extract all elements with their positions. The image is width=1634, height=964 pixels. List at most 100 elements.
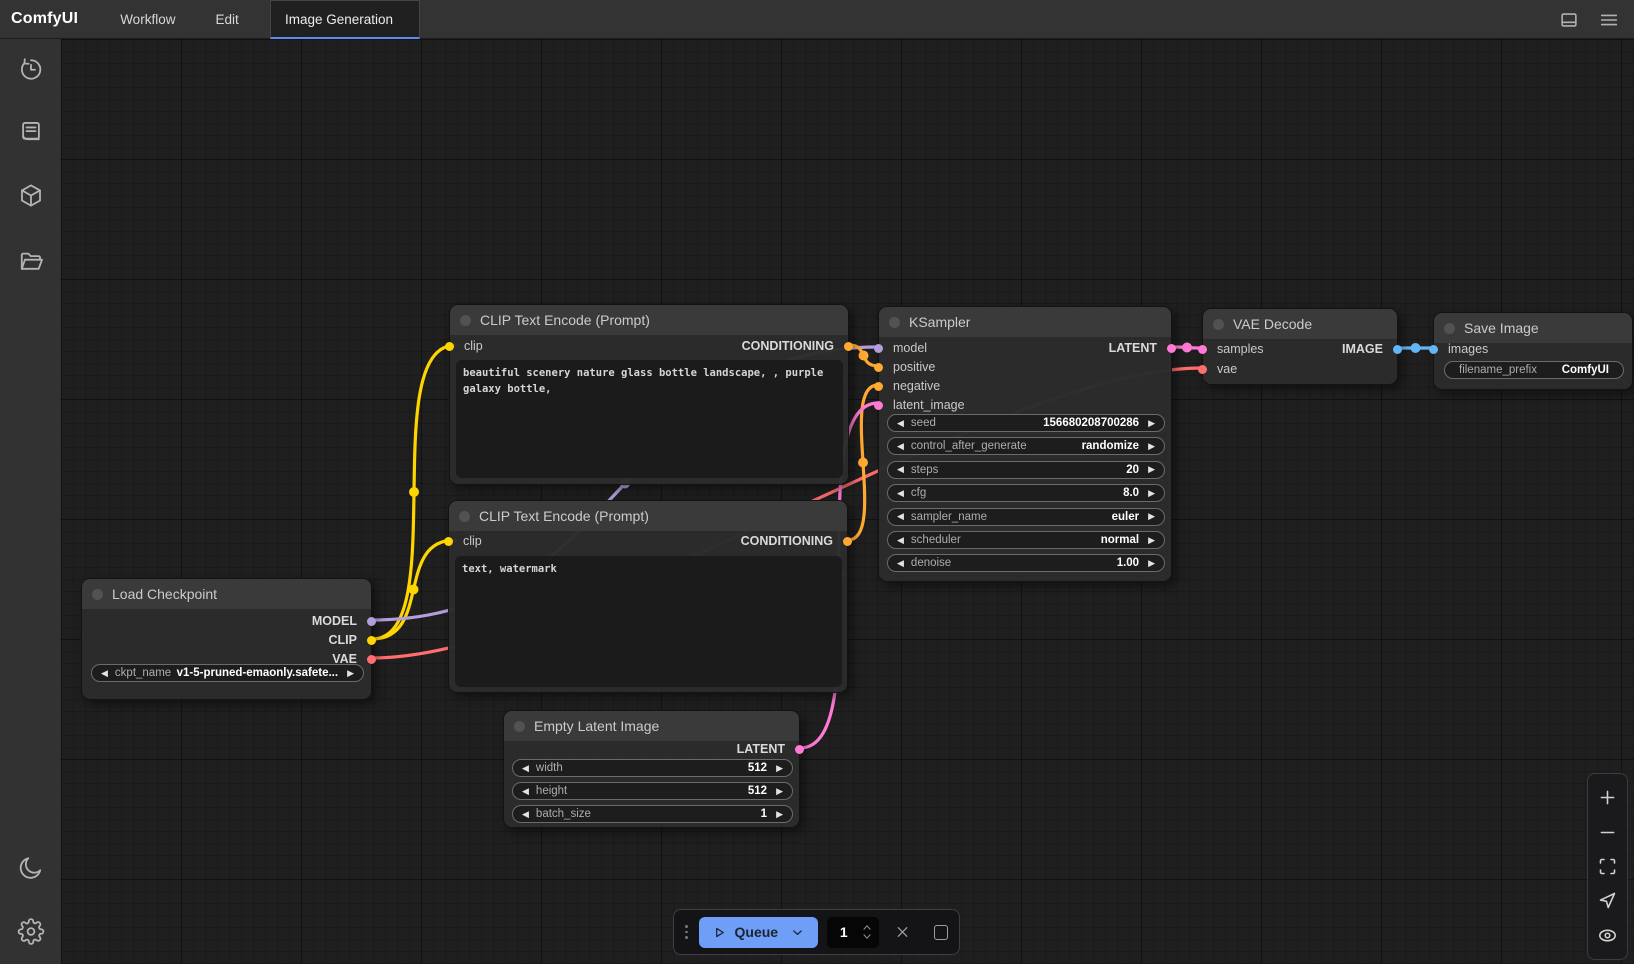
node-status-dot[interactable] bbox=[459, 511, 470, 522]
widget-arrow-left-icon[interactable]: ◀ bbox=[522, 810, 529, 819]
workflows-icon[interactable] bbox=[17, 248, 44, 275]
input-dot-negative[interactable] bbox=[874, 382, 883, 391]
bottom-panel-icon[interactable] bbox=[1558, 9, 1580, 31]
widget-ckpt_name[interactable]: ◀ckpt_name v1-5-pruned-emaonly.safete...… bbox=[91, 664, 364, 682]
zoom-in-icon[interactable] bbox=[1597, 787, 1618, 808]
widget-cfg[interactable]: ◀cfg 8.0▶ bbox=[887, 484, 1165, 502]
output-dot-MODEL[interactable] bbox=[367, 617, 376, 626]
input-dot-latent_image[interactable] bbox=[874, 401, 883, 410]
widget-arrow-left-icon[interactable]: ◀ bbox=[897, 536, 904, 545]
node-ksampler[interactable]: KSampler model positive negative latent_… bbox=[878, 306, 1172, 582]
node-canvas[interactable] bbox=[61, 39, 1634, 964]
menu-item-workflow[interactable]: Workflow bbox=[100, 0, 195, 38]
widget-height[interactable]: ◀height 512▶ bbox=[512, 782, 793, 800]
zoom-out-icon[interactable] bbox=[1597, 822, 1618, 843]
widget-value: euler bbox=[1112, 511, 1140, 523]
widget-arrow-right-icon[interactable]: ▶ bbox=[776, 764, 783, 773]
fit-view-icon[interactable] bbox=[1597, 856, 1618, 877]
input-dot-positive[interactable] bbox=[874, 363, 883, 372]
output-label: CLIP bbox=[329, 633, 357, 647]
stepper-up-icon[interactable] bbox=[861, 924, 873, 931]
widget-arrow-right-icon[interactable]: ▶ bbox=[1148, 442, 1155, 451]
widget-value: 156680208700286 bbox=[1043, 417, 1139, 429]
node-header[interactable]: VAE Decode bbox=[1203, 309, 1397, 339]
widget-arrow-left-icon[interactable]: ◀ bbox=[897, 465, 904, 474]
node-clip-text-encode-positive[interactable]: CLIP Text Encode (Prompt) clipCONDITIONI… bbox=[449, 304, 849, 485]
widget-filename_prefix[interactable]: filename_prefix ComfyUI bbox=[1444, 361, 1624, 379]
select-mode-icon[interactable] bbox=[1597, 890, 1618, 911]
widget-width[interactable]: ◀width 512▶ bbox=[512, 759, 793, 777]
stop-button[interactable] bbox=[934, 925, 948, 940]
widget-arrow-right-icon[interactable]: ▶ bbox=[1148, 489, 1155, 498]
prompt-textarea[interactable]: text, watermark bbox=[455, 556, 842, 687]
widget-scheduler[interactable]: ◀scheduler normal▶ bbox=[887, 531, 1165, 549]
widget-seed[interactable]: ◀seed 156680208700286▶ bbox=[887, 414, 1165, 432]
node-vae-decode[interactable]: VAE Decode samples vaeIMAGE bbox=[1202, 308, 1398, 385]
widget-arrow-left-icon[interactable]: ◀ bbox=[897, 419, 904, 428]
widget-arrow-right-icon[interactable]: ▶ bbox=[776, 810, 783, 819]
node-status-dot[interactable] bbox=[1213, 319, 1224, 330]
widget-arrow-left-icon[interactable]: ◀ bbox=[897, 559, 904, 568]
queue-bar-drag-handle[interactable] bbox=[685, 925, 688, 939]
settings-icon[interactable] bbox=[17, 918, 44, 945]
output-dot-IMAGE[interactable] bbox=[1393, 345, 1402, 354]
node-status-dot[interactable] bbox=[1444, 323, 1455, 334]
workflow-tab[interactable]: Image Generation bbox=[270, 0, 420, 39]
node-header[interactable]: CLIP Text Encode (Prompt) bbox=[449, 501, 847, 531]
widget-arrow-right-icon[interactable]: ▶ bbox=[776, 787, 783, 796]
widget-arrow-right-icon[interactable]: ▶ bbox=[1148, 536, 1155, 545]
node-header[interactable]: Empty Latent Image bbox=[504, 711, 799, 741]
node-empty-latent-image[interactable]: Empty Latent ImageLATENT ◀width 512▶◀hei… bbox=[503, 710, 800, 828]
clear-queue-button[interactable] bbox=[894, 923, 911, 941]
output-dot-CONDITIONING[interactable] bbox=[843, 537, 852, 546]
widget-sampler_name[interactable]: ◀sampler_name euler▶ bbox=[887, 508, 1165, 526]
node-header[interactable]: KSampler bbox=[879, 307, 1171, 337]
input-dot-vae[interactable] bbox=[1198, 365, 1207, 374]
menu-icon[interactable] bbox=[1598, 9, 1620, 31]
widget-arrow-left-icon[interactable]: ◀ bbox=[522, 764, 529, 773]
node-status-dot[interactable] bbox=[889, 317, 900, 328]
chevron-down-icon[interactable] bbox=[790, 925, 805, 940]
node-clip-text-encode-negative[interactable]: CLIP Text Encode (Prompt) clipCONDITIONI… bbox=[448, 500, 848, 693]
widget-denoise[interactable]: ◀denoise 1.00▶ bbox=[887, 554, 1165, 572]
widget-arrow-right-icon[interactable]: ▶ bbox=[1148, 559, 1155, 568]
batch-count-stepper[interactable] bbox=[861, 924, 875, 940]
output-dot-CONDITIONING[interactable] bbox=[844, 342, 853, 351]
history-icon[interactable] bbox=[17, 56, 44, 83]
output-dot-CLIP[interactable] bbox=[367, 636, 376, 645]
widget-arrow-right-icon[interactable]: ▶ bbox=[1148, 419, 1155, 428]
node-load-checkpoint[interactable]: Load CheckpointMODEL CLIP VAE ◀ckpt_name… bbox=[81, 578, 372, 700]
widget-arrow-right-icon[interactable]: ▶ bbox=[1148, 512, 1155, 521]
widget-arrow-left-icon[interactable]: ◀ bbox=[897, 489, 904, 498]
widget-steps[interactable]: ◀steps 20▶ bbox=[887, 461, 1165, 479]
stepper-down-icon[interactable] bbox=[861, 933, 873, 940]
node-status-dot[interactable] bbox=[92, 589, 103, 600]
output-dot-VAE[interactable] bbox=[367, 655, 376, 664]
widget-control_after_generate[interactable]: ◀control_after_generate randomize▶ bbox=[887, 437, 1165, 455]
widget-arrow-right-icon[interactable]: ▶ bbox=[1148, 465, 1155, 474]
prompt-textarea[interactable]: beautiful scenery nature glass bottle la… bbox=[456, 360, 843, 478]
node-header[interactable]: CLIP Text Encode (Prompt) bbox=[450, 305, 848, 335]
node-header[interactable]: Save Image bbox=[1434, 313, 1632, 343]
node-status-dot[interactable] bbox=[514, 721, 525, 732]
widget-batch_size[interactable]: ◀batch_size 1▶ bbox=[512, 805, 793, 823]
widget-arrow-left-icon[interactable]: ◀ bbox=[897, 442, 904, 451]
queue-button[interactable]: Queue bbox=[699, 917, 819, 948]
theme-toggle-icon[interactable] bbox=[17, 854, 44, 881]
widget-arrow-left-icon[interactable]: ◀ bbox=[101, 669, 108, 678]
node-save-image[interactable]: Save Image imagesfilename_prefix ComfyUI bbox=[1433, 312, 1633, 390]
node-header[interactable]: Load Checkpoint bbox=[82, 579, 371, 609]
menu-item-edit[interactable]: Edit bbox=[195, 0, 258, 38]
toggle-link-visibility-icon[interactable] bbox=[1597, 925, 1618, 946]
batch-count-input[interactable]: 1 bbox=[827, 917, 878, 948]
node-library-icon[interactable] bbox=[17, 119, 44, 146]
output-dot-LATENT[interactable] bbox=[1167, 344, 1176, 353]
input-dot-images[interactable] bbox=[1429, 345, 1438, 354]
widget-label: steps bbox=[911, 464, 939, 476]
model-library-icon[interactable] bbox=[17, 182, 44, 209]
widget-arrow-left-icon[interactable]: ◀ bbox=[897, 512, 904, 521]
widget-arrow-right-icon[interactable]: ▶ bbox=[347, 669, 354, 678]
output-dot-LATENT[interactable] bbox=[795, 745, 804, 754]
widget-arrow-left-icon[interactable]: ◀ bbox=[522, 787, 529, 796]
node-status-dot[interactable] bbox=[460, 315, 471, 326]
